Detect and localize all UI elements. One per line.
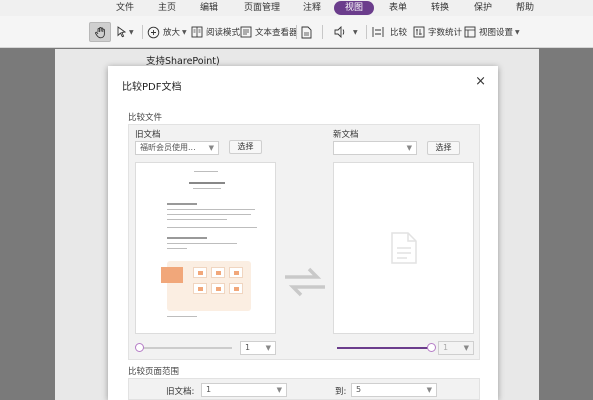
text-viewer-button[interactable]: 文本查看器	[240, 22, 298, 42]
word-count-label: 字数统计	[428, 28, 463, 38]
document-icon	[301, 26, 312, 38]
menu-item-view[interactable]: 视图	[334, 1, 374, 15]
dialog-title: 比较PDF文档	[122, 82, 182, 93]
view-settings-icon	[464, 26, 476, 38]
old-range-value: 1	[206, 385, 212, 394]
menu-item-form[interactable]: 表单	[383, 1, 413, 15]
compare-button[interactable]: 比较	[372, 22, 407, 42]
audio-icon	[334, 26, 345, 38]
old-doc-thumbnail	[139, 166, 272, 330]
menu-item-comment[interactable]: 注释	[297, 1, 327, 15]
toolbar-divider	[142, 25, 143, 39]
text-viewer-label: 文本查看器	[255, 28, 298, 38]
menu-item-file[interactable]: 文件	[110, 1, 140, 15]
menu-item-help[interactable]: 帮助	[510, 1, 540, 15]
compare-files-label: 比较文件	[128, 113, 163, 123]
audio-button[interactable]: ▼	[334, 22, 358, 42]
menu-item-edit[interactable]: 编辑	[194, 1, 224, 15]
new-range-value: 5	[356, 385, 362, 394]
close-icon[interactable]: ×	[475, 74, 486, 89]
chevron-down-icon: ▼	[208, 144, 214, 152]
chevron-down-icon: ▼	[129, 28, 134, 36]
new-doc-page-value: 1	[443, 343, 449, 352]
toolbar-divider	[322, 25, 323, 39]
new-doc-page-select[interactable]: 1 ▼	[438, 341, 474, 355]
chevron-down-icon: ▼	[276, 386, 282, 394]
old-doc-choose-button[interactable]: 选择	[229, 140, 262, 154]
select-tool-button[interactable]: ▼	[116, 22, 134, 42]
old-doc-file-value: 福昕会员使用...	[140, 143, 196, 152]
old-doc-label: 旧文档	[135, 130, 161, 140]
toolbar-divider	[296, 25, 297, 39]
toolbar-divider	[366, 25, 367, 39]
new-doc-file-select[interactable]: ▼	[333, 141, 417, 155]
chevron-down-icon: ▼	[182, 28, 187, 36]
compare-label: 比较	[390, 28, 408, 38]
compare-icon	[372, 27, 384, 37]
zoom-label: 放大	[163, 28, 181, 38]
new-doc-preview	[333, 162, 474, 334]
read-mode-button[interactable]: 阅读模式	[191, 22, 240, 42]
new-range-select[interactable]: 5 ▼	[351, 383, 437, 397]
select-arrow-icon	[117, 26, 127, 38]
new-doc-page-slider[interactable]	[337, 347, 429, 349]
compare-pdf-dialog: 比较PDF文档 × 比较文件 旧文档 福昕会员使用... ▼ 选择 1 ▼ 新文…	[108, 66, 498, 400]
chevron-down-icon: ▼	[353, 28, 358, 36]
new-doc-label: 新文档	[333, 130, 359, 140]
menu-bar: 文件 主页 编辑 页面管理 注释 视图 表单 转换 保护 帮助	[0, 0, 593, 16]
chevron-down-icon: ▼	[515, 28, 520, 36]
word-count-button[interactable]: 字数统计	[413, 22, 462, 42]
old-doc-slider-thumb[interactable]	[135, 343, 144, 352]
page-range-label: 比较页面范围	[128, 367, 180, 377]
new-doc-slider-thumb[interactable]	[427, 343, 436, 352]
page-range-panel: 旧文档: 1 ▼ 到: 5 ▼	[128, 378, 480, 400]
new-doc-choose-button[interactable]: 选择	[427, 141, 460, 155]
chevron-down-icon: ▼	[426, 386, 432, 394]
chevron-down-icon: ▼	[265, 344, 271, 352]
swap-arrows-icon	[283, 265, 327, 302]
menu-item-protect[interactable]: 保护	[468, 1, 498, 15]
view-settings-label: 视图设置	[479, 28, 514, 38]
old-range-select[interactable]: 1 ▼	[201, 383, 287, 397]
new-range-label: 到:	[335, 387, 347, 397]
menu-item-page-management[interactable]: 页面管理	[238, 1, 286, 15]
read-mode-icon	[191, 26, 203, 38]
old-doc-page-select[interactable]: 1 ▼	[240, 341, 276, 355]
word-count-icon	[413, 26, 425, 38]
menu-item-convert[interactable]: 转换	[425, 1, 455, 15]
old-doc-page-slider[interactable]	[139, 347, 232, 349]
toolbar: ▼ 放大 ▼ 阅读模式 文本查看器 ▼ 比较 字数统计 视图设置 ▼	[0, 16, 593, 48]
old-range-label: 旧文档:	[166, 387, 195, 397]
document-text: 支持SharePoint)	[146, 56, 220, 67]
hand-icon	[94, 26, 105, 38]
read-mode-label: 阅读模式	[206, 28, 241, 38]
zoom-in-icon	[147, 26, 160, 38]
old-doc-preview	[135, 162, 276, 334]
illustration-image	[161, 261, 251, 311]
empty-document-icon	[391, 232, 417, 267]
chevron-down-icon: ▼	[406, 144, 412, 152]
hand-tool-button[interactable]	[89, 22, 111, 42]
compare-files-panel: 旧文档 福昕会员使用... ▼ 选择 1 ▼ 新文档 ▼ 选择 1 ▼	[128, 124, 480, 360]
zoom-in-button[interactable]: 放大 ▼	[147, 22, 187, 42]
chevron-down-icon: ▼	[463, 344, 469, 352]
view-settings-button[interactable]: 视图设置 ▼	[464, 22, 520, 42]
old-doc-file-select[interactable]: 福昕会员使用... ▼	[135, 141, 219, 155]
old-doc-page-value: 1	[245, 343, 251, 352]
text-viewer-icon	[240, 26, 252, 38]
document-button[interactable]	[301, 22, 312, 42]
menu-item-home[interactable]: 主页	[152, 1, 182, 15]
